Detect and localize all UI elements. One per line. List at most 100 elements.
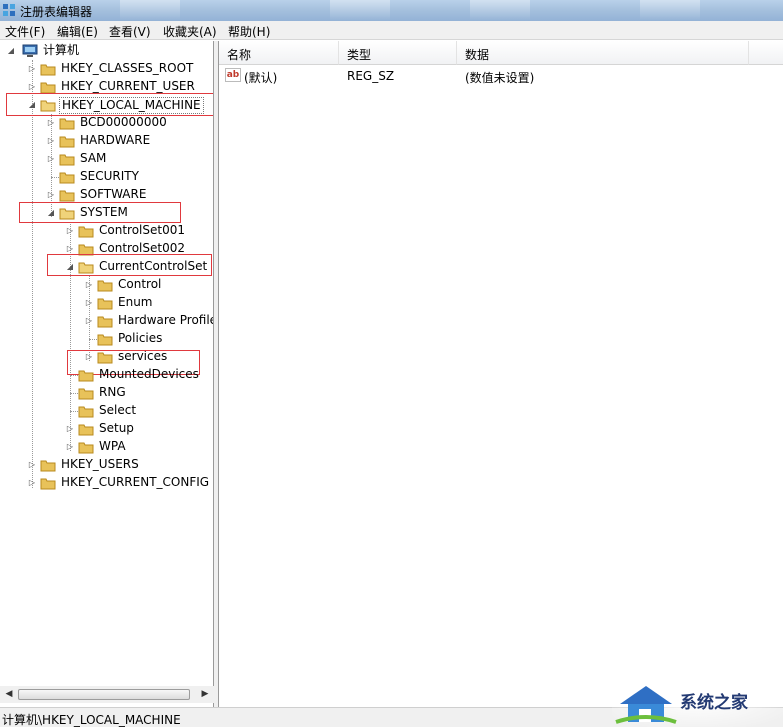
status-path: 计算机\HKEY_LOCAL_MACHINE (2, 713, 181, 727)
menu-favorites[interactable]: 收藏夹(A) (163, 23, 217, 40)
folder-icon (97, 298, 113, 310)
menu-help[interactable]: 帮助(H) (228, 23, 270, 40)
tree-label: HKEY_CURRENT_CONFIG (61, 475, 210, 489)
collapse-arrow-icon[interactable]: ▷ (65, 438, 75, 456)
menu-bar: 文件(F) 编辑(E) 查看(V) 收藏夹(A) 帮助(H) (0, 21, 783, 40)
tree-label: HARDWARE (80, 133, 151, 147)
collapse-arrow-icon[interactable]: ▷ (27, 474, 37, 492)
folder-icon (78, 406, 94, 418)
folder-icon (78, 370, 94, 382)
tree-label: HKEY_USERS (61, 457, 139, 471)
highlight-box (47, 254, 212, 276)
tree-node-controlset001[interactable]: ▷ ControlSet001 (0, 222, 213, 240)
tree-node-bcd[interactable]: ▷ BCD00000000 (0, 114, 213, 132)
tree-node-policies[interactable]: Policies (0, 330, 213, 348)
folder-icon (59, 172, 75, 184)
folder-icon (78, 226, 94, 238)
folder-icon (59, 190, 75, 202)
folder-icon (40, 478, 56, 490)
tree-label: WPA (99, 439, 126, 453)
tree-label: MountedDevices (99, 367, 199, 381)
tree-label: Select (99, 403, 137, 417)
collapse-arrow-icon[interactable]: ▷ (84, 276, 94, 294)
window-title: 注册表编辑器 (20, 5, 93, 19)
tree-label-computer: 计算机 (43, 43, 80, 57)
tree-node-hardware[interactable]: ▷ HARDWARE (0, 132, 213, 150)
value-data: (数值未设置) (465, 71, 535, 85)
folder-icon (78, 424, 94, 436)
value-row[interactable]: ab (默认) REG_SZ (数值未设置) (219, 66, 783, 86)
title-bar: 注册表编辑器 (0, 0, 783, 21)
collapse-arrow-icon[interactable]: ▷ (46, 150, 56, 168)
value-type: REG_SZ (347, 69, 395, 83)
menu-view[interactable]: 查看(V) (109, 23, 151, 40)
collapse-arrow-icon[interactable]: ▷ (46, 132, 56, 150)
computer-icon (22, 44, 38, 57)
expand-arrow-icon[interactable]: ◢ (6, 42, 16, 60)
tree-line (70, 411, 78, 412)
folder-icon (97, 316, 113, 328)
highlight-box (6, 93, 213, 116)
folder-icon (59, 136, 75, 148)
column-header-data[interactable]: 数据 (457, 41, 749, 65)
tree-node-rng[interactable]: RNG (0, 384, 213, 402)
tree-label: Control (118, 277, 162, 291)
tree-horizontal-scrollbar[interactable]: ◀ ▶ (0, 686, 214, 703)
folder-icon (40, 64, 56, 76)
tree-line (70, 393, 78, 394)
tree-node-mounteddevices[interactable]: MountedDevices (0, 366, 213, 384)
collapse-arrow-icon[interactable]: ▷ (46, 114, 56, 132)
collapse-arrow-icon[interactable]: ▷ (65, 222, 75, 240)
collapse-arrow-icon[interactable]: ▷ (65, 420, 75, 438)
scrollbar-thumb[interactable] (18, 689, 190, 700)
tree-line (51, 177, 59, 178)
scroll-right-arrow-icon[interactable]: ▶ (198, 689, 212, 699)
values-list[interactable]: 名称 类型 数据 ab (默认) REG_SZ (数值未设置) (218, 41, 783, 707)
registry-tree[interactable]: ◢ 计算机 ▷ HKEY_CLASSES_ROOT ▷ HKEY_CURRENT… (0, 41, 214, 707)
folder-icon (59, 118, 75, 130)
regedit-app-icon (3, 4, 15, 16)
highlight-box (19, 202, 181, 223)
tree-node-hkey-classes-root[interactable]: ▷ HKEY_CLASSES_ROOT (0, 60, 213, 78)
collapse-arrow-icon[interactable]: ▷ (84, 294, 94, 312)
tree-label: SOFTWARE (80, 187, 147, 201)
tree-label: Setup (99, 421, 134, 435)
tree-label: Policies (118, 331, 163, 345)
tree-node-select[interactable]: Select (0, 402, 213, 420)
tree-node-computer[interactable]: ◢ 计算机 (0, 42, 213, 60)
tree-label: RNG (99, 385, 126, 399)
menu-file[interactable]: 文件(F) (5, 23, 45, 40)
string-value-icon: ab (225, 68, 241, 82)
tree-node-control[interactable]: ▷ Control (0, 276, 213, 294)
tree-node-hkey-current-config[interactable]: ▷ HKEY_CURRENT_CONFIG (0, 474, 213, 492)
column-header-name[interactable]: 名称 (219, 41, 339, 65)
collapse-arrow-icon[interactable]: ▷ (84, 312, 94, 330)
tree-node-sam[interactable]: ▷ SAM (0, 150, 213, 168)
folder-icon (59, 154, 75, 166)
tree-node-security[interactable]: SECURITY (0, 168, 213, 186)
tree-node-hardware-profiles[interactable]: ▷ Hardware Profiles (0, 312, 214, 330)
tree-line (70, 375, 78, 376)
folder-icon (40, 82, 56, 94)
tree-node-setup[interactable]: ▷ Setup (0, 420, 213, 438)
folder-icon (78, 388, 94, 400)
scroll-left-arrow-icon[interactable]: ◀ (2, 689, 16, 699)
menu-edit[interactable]: 编辑(E) (57, 23, 98, 40)
tree-node-enum[interactable]: ▷ Enum (0, 294, 213, 312)
folder-icon (97, 334, 113, 346)
tree-label: HKEY_CLASSES_ROOT (61, 61, 194, 75)
tree-node-hkey-users[interactable]: ▷ HKEY_USERS (0, 456, 213, 474)
collapse-arrow-icon[interactable]: ▷ (27, 456, 37, 474)
tree-label: BCD00000000 (80, 115, 167, 129)
folder-icon (97, 280, 113, 292)
tree-label: Hardware Profiles (118, 313, 214, 327)
tree-label: HKEY_CURRENT_USER (61, 79, 195, 93)
tree-label: SAM (80, 151, 107, 165)
column-header-type[interactable]: 类型 (339, 41, 457, 65)
column-header-filler (749, 41, 783, 65)
tree-node-wpa[interactable]: ▷ WPA (0, 438, 213, 456)
folder-icon (78, 442, 94, 454)
collapse-arrow-icon[interactable]: ▷ (27, 60, 37, 78)
tree-label: ControlSet001 (99, 223, 185, 237)
value-name: (默认) (244, 71, 278, 85)
